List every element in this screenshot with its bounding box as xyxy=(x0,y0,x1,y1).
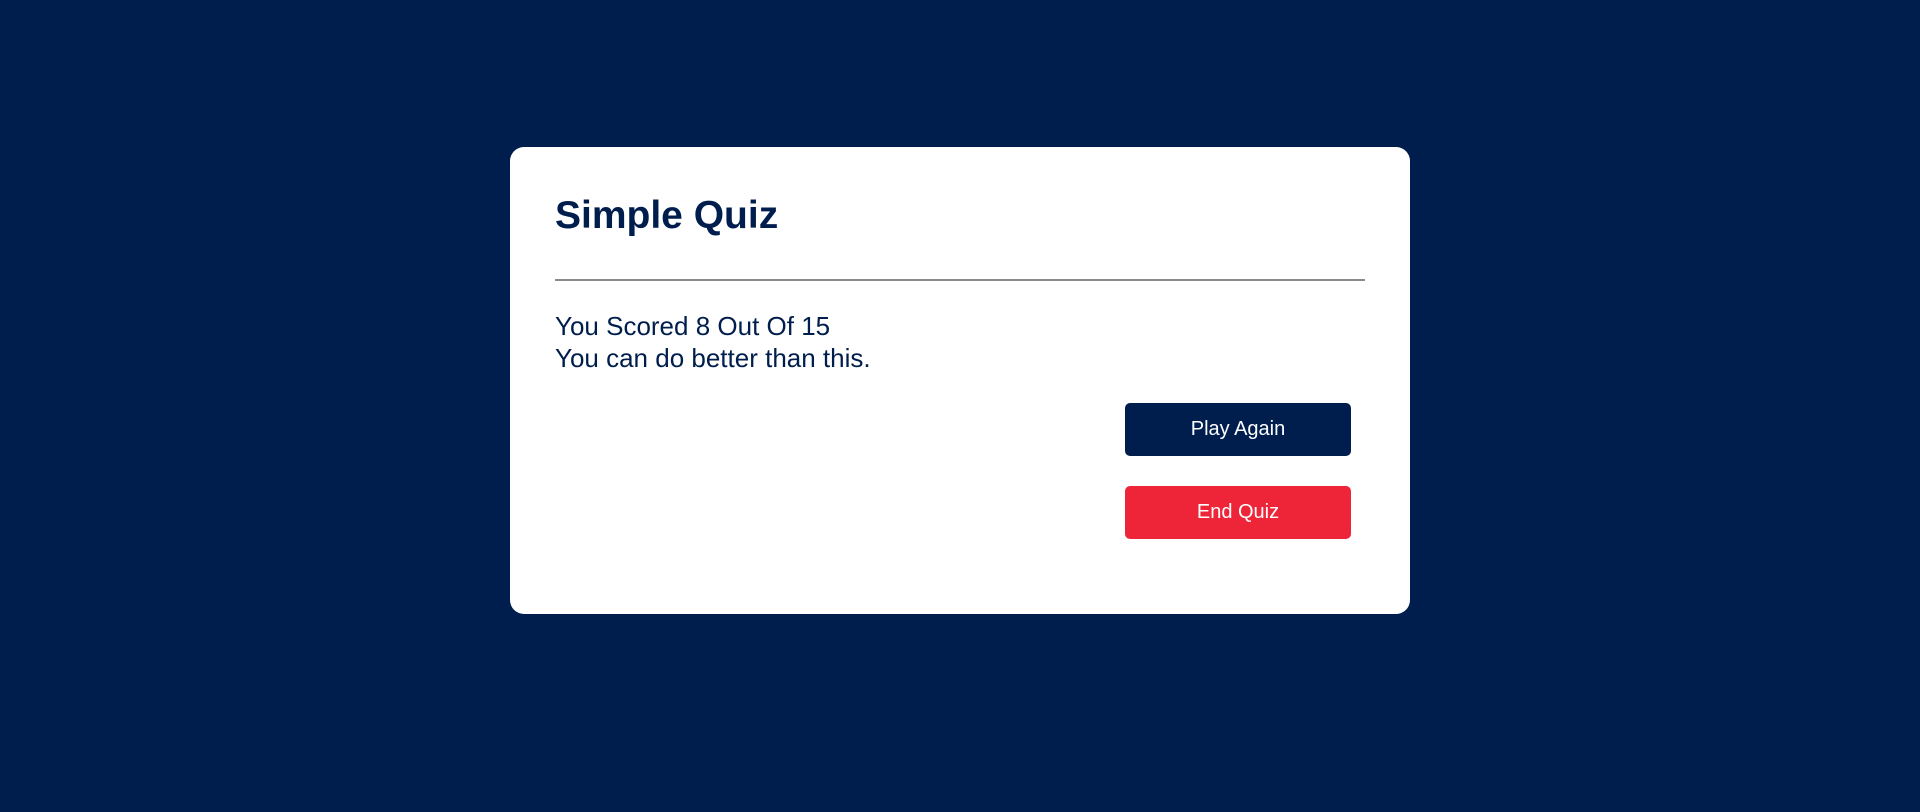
page-background: { "quiz": { "title": "Simple Quiz", "sco… xyxy=(0,0,1920,812)
result-message: You can do better than this. xyxy=(555,343,871,373)
quiz-title: Simple Quiz xyxy=(555,194,779,237)
end-quiz-button[interactable]: End Quiz xyxy=(1125,486,1351,539)
result-block: You Scored 8 Out Of 15 You can do better… xyxy=(555,310,871,374)
title-divider xyxy=(555,279,1365,281)
play-again-button[interactable]: Play Again xyxy=(1125,403,1351,456)
score-text: You Scored 8 Out Of 15 xyxy=(555,311,831,341)
quiz-card: Simple Quiz You Scored 8 Out Of 15 You c… xyxy=(510,147,1410,614)
